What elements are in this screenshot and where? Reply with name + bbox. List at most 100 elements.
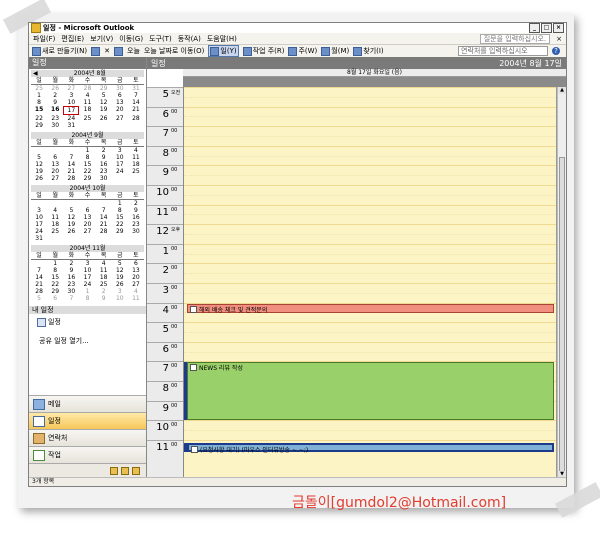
day-cell[interactable]: 16 [47, 106, 63, 115]
day-cell[interactable]: 2 [47, 92, 63, 99]
prev-month-icon[interactable]: ◀ [33, 70, 38, 77]
day-cell[interactable]: 22 [112, 221, 128, 228]
day-cell[interactable]: 23 [47, 115, 63, 122]
day-cell[interactable]: 29 [79, 175, 95, 182]
day-cell[interactable]: 2 [63, 260, 79, 267]
day-cell[interactable]: 29 [96, 85, 112, 92]
day-cell[interactable]: 6 [79, 207, 95, 214]
day-cell[interactable]: 9 [47, 99, 63, 106]
day-cell[interactable]: 3 [79, 260, 95, 267]
minimize-icon[interactable]: _ [529, 23, 540, 33]
day-cell[interactable]: 8 [31, 99, 47, 106]
scrollbar-thumb[interactable] [559, 157, 565, 479]
day-cell[interactable]: 10 [112, 154, 128, 161]
day-cell[interactable]: 14 [31, 274, 47, 281]
help-icon[interactable]: ? [552, 47, 560, 55]
day-cell[interactable]: 16 [63, 274, 79, 281]
day-cell[interactable]: 11 [79, 99, 95, 106]
day-cell[interactable] [96, 235, 112, 242]
day-cell[interactable]: 5 [63, 207, 79, 214]
day-cell[interactable]: 23 [96, 168, 112, 175]
day-cell[interactable]: 6 [112, 92, 128, 99]
day-cell[interactable]: 30 [96, 175, 112, 182]
menu-view[interactable]: 보기(V) [90, 34, 113, 44]
day-cell[interactable]: 25 [96, 281, 112, 288]
day-cell[interactable]: 24 [112, 168, 128, 175]
day-cell[interactable]: 3 [63, 92, 79, 99]
day-cell[interactable]: 3 [31, 207, 47, 214]
find-button[interactable]: 찾기(I) [353, 46, 384, 56]
day-cell[interactable]: 9 [96, 154, 112, 161]
day-cell[interactable] [96, 122, 112, 129]
day-cell[interactable]: 20 [47, 168, 63, 175]
day-cell[interactable]: 12 [96, 99, 112, 106]
day-cell[interactable]: 30 [63, 288, 79, 295]
month-button[interactable]: 월(M) [321, 46, 349, 56]
day-cell[interactable]: 3 [112, 288, 128, 295]
day-cell[interactable]: 24 [31, 228, 47, 235]
new-button[interactable]: 새로 만들기(N) [32, 46, 87, 56]
day-cell[interactable] [63, 200, 79, 207]
day-cell[interactable] [112, 175, 128, 182]
menu-go[interactable]: 이동(G) [119, 34, 143, 44]
day-cell[interactable]: 10 [79, 267, 95, 274]
day-cell[interactable]: 18 [128, 161, 144, 168]
menu-file[interactable]: 파일(F) [33, 34, 55, 44]
day-cell[interactable]: 24 [63, 115, 79, 122]
day-cell[interactable] [31, 147, 47, 154]
day-cell[interactable]: 18 [79, 106, 95, 115]
day-cell[interactable]: 11 [128, 295, 144, 302]
menu-help[interactable]: 도움말(H) [207, 34, 237, 44]
day-cell[interactable] [31, 260, 47, 267]
day-cell[interactable]: 31 [63, 122, 79, 129]
open-shared-calendar-link[interactable]: 공유 일정 열기... [29, 330, 146, 346]
day-cell[interactable]: 29 [112, 228, 128, 235]
day-cell[interactable]: 5 [31, 154, 47, 161]
nav-mail-button[interactable]: 메일 [29, 395, 146, 412]
day-cell[interactable]: 27 [63, 85, 79, 92]
day-cell[interactable]: 31 [31, 235, 47, 242]
day-cell[interactable]: 7 [63, 295, 79, 302]
day-cell[interactable]: 17 [63, 106, 80, 115]
day-cell[interactable] [31, 200, 47, 207]
day-cell[interactable]: 11 [96, 267, 112, 274]
delete-icon[interactable]: ✕ [104, 47, 110, 55]
day-cell[interactable]: 16 [96, 161, 112, 168]
day-cell[interactable]: 27 [79, 228, 95, 235]
day-cell[interactable]: 25 [31, 85, 47, 92]
day-cell[interactable]: 12 [31, 161, 47, 168]
day-cell[interactable]: 28 [128, 115, 144, 122]
contact-search-input[interactable]: 연락처를 입력하십시오 [458, 46, 548, 56]
day-cell[interactable] [47, 235, 63, 242]
day-cell[interactable]: 14 [128, 99, 144, 106]
day-cell[interactable]: 14 [96, 214, 112, 221]
day-cell[interactable] [128, 235, 144, 242]
day-cell[interactable]: 27 [128, 281, 144, 288]
day-cell[interactable]: 30 [112, 85, 128, 92]
day-cell[interactable]: 26 [31, 175, 47, 182]
close-doc-icon[interactable]: × [556, 35, 562, 43]
day-cell[interactable]: 23 [128, 221, 144, 228]
day-cell[interactable]: 30 [128, 228, 144, 235]
day-view-button[interactable]: 일(Y) [208, 45, 239, 57]
vertical-scrollbar[interactable]: ▲ ▼ [557, 87, 566, 479]
day-cell[interactable]: 21 [31, 281, 47, 288]
day-cell[interactable]: 16 [128, 214, 144, 221]
day-cell[interactable]: 15 [31, 106, 47, 115]
day-cell[interactable]: 8 [79, 154, 95, 161]
appointment[interactable]: NEWS 리뷰 작성 [187, 362, 554, 421]
day-cell[interactable]: 10 [112, 295, 128, 302]
day-cell[interactable]: 24 [79, 281, 95, 288]
day-cell[interactable]: 7 [63, 154, 79, 161]
day-cell[interactable]: 15 [47, 274, 63, 281]
appointment[interactable]: (요청사항 대기) (마우스 인터뷰방송 ~.~;) [187, 442, 554, 454]
day-cell[interactable]: 27 [112, 115, 128, 122]
day-cell[interactable]: 1 [31, 92, 47, 99]
day-cell[interactable]: 14 [63, 161, 79, 168]
day-cell[interactable]: 31 [128, 85, 144, 92]
day-cell[interactable]: 20 [128, 274, 144, 281]
day-cell[interactable] [47, 200, 63, 207]
day-cell[interactable] [112, 122, 128, 129]
day-cell[interactable]: 22 [47, 281, 63, 288]
day-cell[interactable]: 7 [96, 207, 112, 214]
